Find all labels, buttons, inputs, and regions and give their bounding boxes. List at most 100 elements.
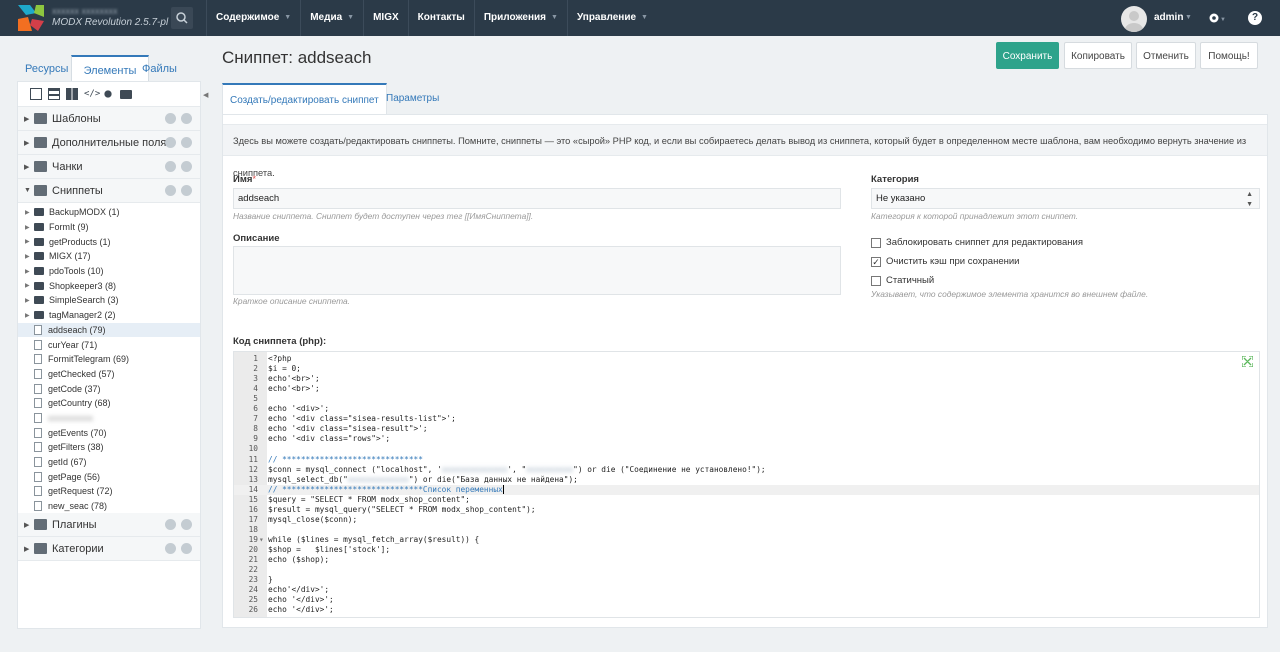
snippet-item[interactable]: curYear (71) [18,337,200,352]
folder-item[interactable]: ▶ FormIt (9) [18,220,200,235]
snippet-label: getCountry (68) [48,398,111,409]
file-icon [34,354,42,365]
snippet-item[interactable]: getId (67) [18,455,200,470]
sidebar-collapse-icon[interactable]: ◀ [203,91,208,99]
chevron-right-icon[interactable]: ▶ [24,521,34,529]
fullscreen-icon[interactable] [1242,356,1253,367]
refresh-icon[interactable] [181,137,192,148]
nav-item-2[interactable]: MIGX [363,0,408,36]
refresh-icon[interactable] [181,185,192,196]
sidebar-category-2[interactable]: ▶ Чанки [18,155,200,179]
checkbox-checked[interactable]: ✓ [871,256,881,267]
folder-item[interactable]: ▶ Shopkeeper3 (8) [18,278,200,293]
clear-cache-checkbox[interactable]: ✓ Очистить кэш при сохранении [871,256,1019,267]
sidebar-category-1[interactable]: ▶ Дополнительные поля [18,131,200,155]
new-plugin-icon[interactable] [102,88,114,100]
nav-item-1[interactable]: Медиа ▼ [300,0,363,36]
sidebar-category-3[interactable]: ▼ Сниппеты [18,179,200,203]
tab-files[interactable]: Файлы [142,55,177,81]
new-tv-icon[interactable] [48,88,60,100]
tab-edit-snippet[interactable]: Создать/редактировать сниппет [222,83,387,114]
chevron-right-icon[interactable]: ▶ [25,224,34,231]
snippet-item[interactable]: getPage (56) [18,469,200,484]
nav-item-4[interactable]: Приложения ▼ [473,0,567,36]
chevron-right-icon[interactable]: ▶ [25,253,34,260]
refresh-icon[interactable] [181,519,192,531]
add-icon[interactable] [165,543,176,555]
snippet-item[interactable]: getFilters (38) [18,440,200,455]
folder-item[interactable]: ▶ BackupMODX (1) [18,205,200,220]
fold-arrow-icon[interactable]: ▾ [259,535,264,545]
chevron-right-icon[interactable]: ▶ [25,312,34,319]
folder-item[interactable]: ▶ getProducts (1) [18,234,200,249]
chevron-right-icon[interactable]: ▶ [25,268,34,275]
new-chunk-icon[interactable] [66,88,78,100]
folder-item[interactable]: ▶ SimpleSearch (3) [18,293,200,308]
sidebar-category-5[interactable]: ▶ Категории [18,537,200,562]
checkbox-box[interactable] [871,237,881,248]
snippet-item[interactable]: xxxxxxxxxx [18,411,200,426]
new-template-icon[interactable] [30,88,42,100]
chevron-right-icon[interactable]: ▶ [25,282,34,289]
snippet-item[interactable]: addseach (79) [18,322,200,338]
add-icon[interactable] [165,519,176,531]
lock-checkbox[interactable]: Заблокировать сниппет для редактирования [871,237,1083,248]
username[interactable]: admin [1154,0,1183,36]
sidebar-category-0[interactable]: ▶ Шаблоны [18,107,200,131]
description-field[interactable] [233,246,841,295]
checkbox-box[interactable] [871,275,881,286]
search-button[interactable] [171,7,193,29]
snippet-item[interactable]: getCountry (68) [18,396,200,411]
add-icon[interactable] [165,137,176,148]
modx-logo-icon[interactable] [18,5,44,31]
add-icon[interactable] [165,113,176,124]
snippet-item[interactable]: FormitTelegram (69) [18,352,200,367]
snippet-item[interactable]: getEvents (70) [18,425,200,440]
chevron-right-icon[interactable]: ▶ [25,238,34,245]
save-button[interactable]: Сохранить [996,42,1059,69]
static-checkbox[interactable]: Статичный [871,275,934,286]
cancel-button[interactable]: Отменить [1136,42,1196,69]
avatar[interactable] [1121,6,1147,32]
add-icon[interactable] [165,161,176,172]
tab-resources[interactable]: Ресурсы [25,55,68,81]
category-select[interactable]: Не указано ▲ ▼ [871,188,1260,209]
copy-button[interactable]: Копировать [1064,42,1132,69]
folder-item[interactable]: ▶ MIGX (17) [18,249,200,264]
tab-parameters[interactable]: Параметры [386,83,439,114]
chevron-right-icon[interactable]: ▶ [24,545,34,553]
sidebar-category-4[interactable]: ▶ Плагины [18,513,200,538]
nav-item-0[interactable]: Содержимое ▼ [206,0,300,36]
name-field[interactable]: addseach [233,188,841,209]
snippet-item[interactable]: new_seac (78) [18,499,200,514]
line-number: 16 [248,504,258,514]
tab-elements[interactable]: Элементы [71,55,149,81]
folder-icon [34,281,44,290]
snippet-item[interactable]: getRequest (72) [18,484,200,499]
snippet-label: curYear (71) [48,339,98,350]
chevron-down-icon[interactable]: ▼ [24,187,34,194]
gear-icon[interactable]: ▼ [1207,10,1225,26]
snippet-item[interactable]: getCode (37) [18,381,200,396]
code-editor[interactable]: 1 <?php 2 $i = 0; 3 echo'<br>'; 4 echo'<br>'; 5 6… [233,351,1260,618]
new-snippet-icon[interactable]: </> [84,88,100,100]
snippet-item[interactable]: getChecked (57) [18,367,200,382]
chevron-right-icon[interactable]: ▶ [24,115,34,123]
folder-item[interactable]: ▶ tagManager2 (2) [18,308,200,323]
refresh-icon[interactable] [181,543,192,555]
chevron-right-icon[interactable]: ▶ [24,139,34,147]
refresh-icon[interactable] [181,161,192,172]
new-category-icon[interactable] [120,89,132,99]
nav-item-3[interactable]: Контакты [407,0,474,36]
help-icon[interactable]: ? [1248,11,1262,25]
add-icon[interactable] [165,185,176,196]
nav-item-5[interactable]: Управление ▼ [566,0,657,36]
chevron-right-icon[interactable]: ▶ [24,163,34,171]
chevron-right-icon[interactable]: ▶ [25,209,34,216]
snippet-label: getId (67) [48,457,87,468]
refresh-icon[interactable] [181,113,192,124]
main-content: Создать/редактировать сниппет Параметры … [222,83,1268,628]
folder-item[interactable]: ▶ pdoTools (10) [18,264,200,279]
chevron-right-icon[interactable]: ▶ [25,297,34,304]
help-button[interactable]: Помощь! [1200,42,1258,69]
